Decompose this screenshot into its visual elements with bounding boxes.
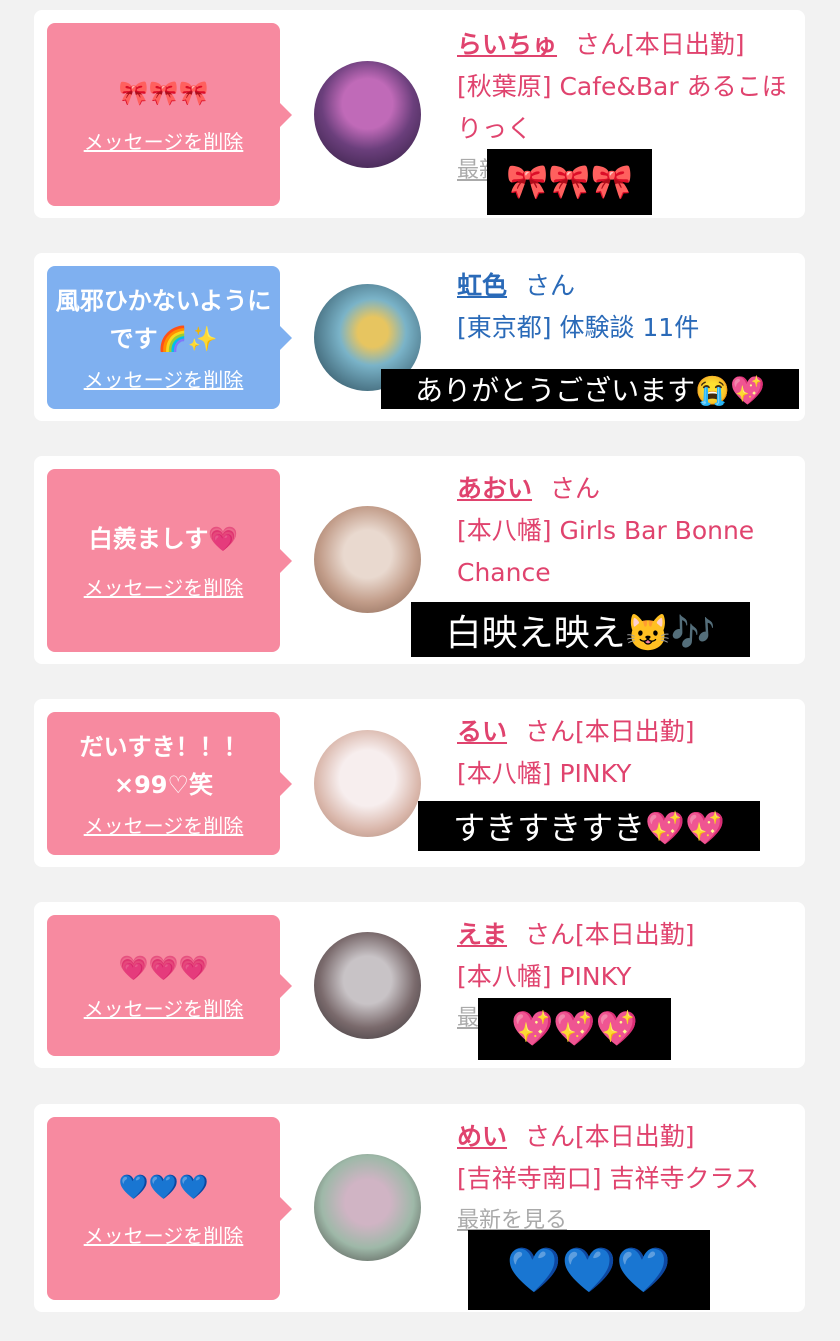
avatar[interactable] <box>314 61 421 168</box>
message-bubble: 💙💙💙 メッセージを削除 <box>47 1117 292 1300</box>
sender-name-link[interactable]: あおい <box>457 474 532 503</box>
message-bubble: 風邪ひかないようにです🌈✨ メッセージを削除 <box>47 266 292 409</box>
sender-status: さん <box>525 271 576 300</box>
overlay-caption: 🎀🎀🎀 <box>487 149 652 215</box>
message-card: 風邪ひかないようにです🌈✨ メッセージを削除 虹色 さん [東京都] 体験談 11… <box>34 253 805 421</box>
message-card: 💙💙💙 メッセージを削除 めい さん[本日出勤] [吉祥寺南口] 吉祥寺クラス 最… <box>34 1104 805 1312</box>
sender-status: さん <box>550 474 601 503</box>
message-bubble: だいすき！！！×99♡笑 メッセージを削除 <box>47 712 292 855</box>
overlay-caption: 💖💖💖 <box>478 998 671 1060</box>
overlay-caption: ありがとうございます😭💖 <box>381 369 799 409</box>
shop-name: [本八幡] PINKY <box>457 759 632 788</box>
message-bubble: 💗💗💗 メッセージを削除 <box>47 915 292 1056</box>
message-text: 💗💗💗 <box>118 954 209 982</box>
avatar[interactable] <box>314 1154 421 1261</box>
message-bubble: 🎀🎀🎀 メッセージを削除 <box>47 23 292 206</box>
message-card: だいすき！！！×99♡笑 メッセージを削除 るい さん[本日出勤] [本八幡] P… <box>34 699 805 867</box>
sender-status: さん[本日出勤] <box>525 1122 695 1151</box>
sender-name-link[interactable]: めい <box>457 1122 507 1151</box>
message-card: 💗💗💗 メッセージを削除 えまさん[本日出勤] [本八幡] PINKY 最新を見… <box>34 902 805 1068</box>
shop-name: [秋葉原] Cafe&Bar あるこほりっく <box>457 72 787 143</box>
overlay-caption: 💙💙💙 <box>468 1230 710 1310</box>
avatar[interactable] <box>314 932 421 1039</box>
sender-status: さん[本日出勤] <box>525 717 695 746</box>
sender-name-link[interactable]: らいちゅ <box>457 30 557 59</box>
avatar[interactable] <box>314 506 421 613</box>
message-text: 白羨ましす💗 <box>88 525 239 553</box>
message-text: 風邪ひかないようにです🌈✨ <box>55 287 272 353</box>
message-text: 💙💙💙 <box>118 1173 209 1201</box>
sender-name-link[interactable]: えま <box>457 920 507 949</box>
shop-name: [吉祥寺南口] 吉祥寺クラス <box>457 1164 759 1193</box>
delete-message-link[interactable]: メッセージを削除 <box>84 572 244 601</box>
sender-info: るい さん[本日出勤] [本八幡] PINKY <box>457 711 797 795</box>
delete-message-link[interactable]: メッセージを削除 <box>84 993 244 1022</box>
sender-status: さん[本日出勤] <box>575 30 745 59</box>
overlay-caption: すきすきすき💖💖 <box>418 801 760 851</box>
message-text: 🎀🎀🎀 <box>118 79 209 107</box>
shop-name: [本八幡] Girls Bar Bonne Chance <box>457 516 755 587</box>
message-bubble: 白羨ましす💗 メッセージを削除 <box>47 469 292 652</box>
sender-info: あおい さん [本八幡] Girls Bar Bonne Chance <box>457 468 797 594</box>
message-card: 白羨ましす💗 メッセージを削除 あおい さん [本八幡] Girls Bar Bo… <box>34 456 805 664</box>
message-text: だいすき！！！×99♡笑 <box>79 733 248 799</box>
sender-name-link[interactable]: 虹色 <box>457 271 507 300</box>
shop-name: [東京都] 体験談 11件 <box>457 313 700 342</box>
overlay-caption: 白映え映え😺🎶 <box>411 602 750 657</box>
message-card: 🎀🎀🎀 メッセージを削除 らいちゅ さん[本日出勤] [秋葉原] Cafe&Bar… <box>34 10 805 218</box>
sender-info: めい さん[本日出勤] [吉祥寺南口] 吉祥寺クラス 最新を見る <box>457 1116 797 1242</box>
shop-name: [本八幡] PINKY <box>457 962 632 991</box>
delete-message-link[interactable]: メッセージを削除 <box>84 810 244 839</box>
delete-message-link[interactable]: メッセージを削除 <box>84 126 244 155</box>
sender-info: 虹色 さん [東京都] 体験談 11件 <box>457 265 797 349</box>
sender-status: さん[本日出勤] <box>525 920 695 949</box>
delete-message-link[interactable]: メッセージを削除 <box>84 1220 244 1249</box>
delete-message-link[interactable]: メッセージを削除 <box>84 364 244 393</box>
sender-name-link[interactable]: るい <box>457 717 507 746</box>
avatar[interactable] <box>314 730 421 837</box>
